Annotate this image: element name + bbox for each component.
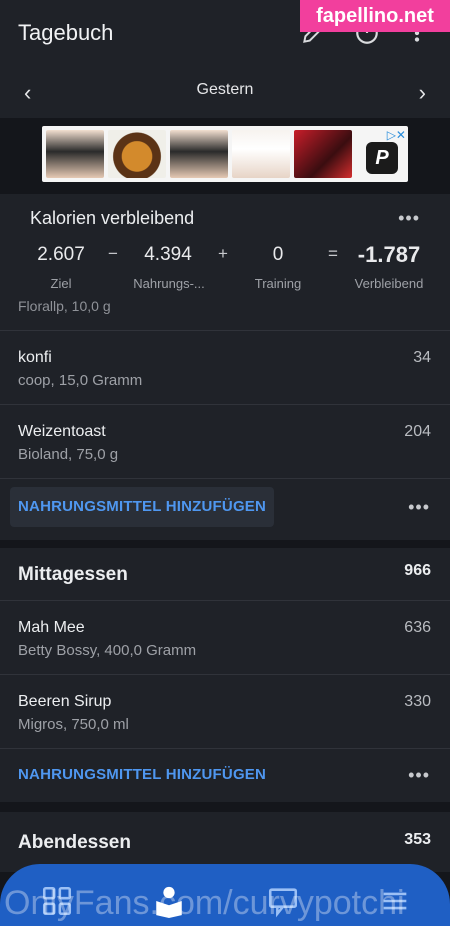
food-calories: 34 (413, 349, 431, 366)
meal-total: 966 (404, 562, 431, 579)
ad-banner[interactable]: ▷✕ P (42, 126, 408, 182)
food-detail: Migros, 750,0 ml (18, 716, 129, 733)
food-calories: 636 (404, 619, 431, 636)
more-horizontal-icon[interactable]: ••• (408, 765, 430, 786)
food-detail: Betty Bossy, 400,0 Gramm (18, 642, 197, 659)
food-calories: 330 (404, 693, 431, 710)
remaining-label: Verbleibend (354, 276, 424, 291)
food-name: Weizentoast (18, 423, 106, 440)
meal-title: Mittagessen (18, 564, 128, 585)
equals-operator: = (328, 244, 338, 263)
food-name: konfi (18, 349, 52, 366)
food-name: Mah Mee (18, 619, 85, 636)
calories-title: Kalorien verbleibend (30, 208, 195, 228)
goal-value: 2.607 (37, 244, 85, 265)
ad-image (232, 130, 290, 178)
breakfast-footer: NAHRUNGSMITTEL HINZUFÜGEN ••• (0, 478, 450, 541)
watermark-text: OnlyFans.com/curvypotchi (4, 884, 405, 922)
ad-image (170, 130, 228, 178)
ad-logo: P (366, 142, 398, 174)
calories-summary: Kalorien verbleibend ••• 2.607 Ziel − 4.… (0, 194, 450, 306)
date-label[interactable]: Gestern (0, 81, 450, 99)
food-detail: coop, 15,0 Gramm (18, 372, 143, 389)
food-detail: Bioland, 75,0 g (18, 446, 119, 463)
exercise-label: Training (254, 276, 302, 291)
remaining-value: -1.787 (357, 242, 421, 267)
minus-operator: − (108, 244, 118, 263)
partial-row-text: Florallp, 10,0 g (18, 298, 111, 314)
lunch-section: Mittagessen 966 Mah Mee Betty Bossy, 400… (0, 548, 450, 802)
watermark-tag: fapellino.net (300, 0, 450, 32)
adchoices-icon[interactable]: ▷✕ (387, 128, 406, 142)
more-horizontal-icon[interactable]: ••• (398, 208, 420, 229)
exercise-value: 0 (272, 244, 284, 265)
food-name: Beeren Sirup (18, 693, 112, 710)
ad-image (46, 130, 104, 178)
ad-image (108, 130, 166, 178)
app-header: Tagebuch fapellino.net ‹ Gestern › (0, 0, 450, 118)
food-row[interactable]: Mah Mee Betty Bossy, 400,0 Gramm 636 (0, 600, 450, 675)
chevron-right-icon[interactable]: › (419, 80, 426, 106)
page-title: Tagebuch (18, 20, 114, 45)
goal-label: Ziel (50, 276, 72, 291)
ad-image (294, 130, 352, 178)
food-label: Nahrungs-... (133, 276, 205, 291)
meal-total: 353 (404, 831, 431, 848)
add-food-button[interactable]: NAHRUNGSMITTEL HINZUFÜGEN (10, 487, 275, 527)
add-food-button[interactable]: NAHRUNGSMITTEL HINZUFÜGEN (10, 755, 274, 795)
lunch-footer: NAHRUNGSMITTEL HINZUFÜGEN ••• (0, 748, 450, 803)
food-value: 4.394 (144, 244, 192, 265)
meal-title: Abendessen (18, 832, 131, 853)
more-horizontal-icon[interactable]: ••• (408, 497, 430, 518)
food-row[interactable]: konfi coop, 15,0 Gramm 34 (0, 330, 450, 405)
dinner-section: Abendessen 353 (0, 812, 450, 872)
food-row[interactable]: Weizentoast Bioland, 75,0 g 204 (0, 404, 450, 479)
breakfast-section: Florallp, 10,0 g konfi coop, 15,0 Gramm … (0, 298, 450, 541)
food-row[interactable]: Beeren Sirup Migros, 750,0 ml 330 (0, 674, 450, 749)
plus-operator: + (218, 244, 228, 263)
date-navigator: ‹ Gestern › (0, 68, 450, 114)
food-calories: 204 (404, 423, 431, 440)
